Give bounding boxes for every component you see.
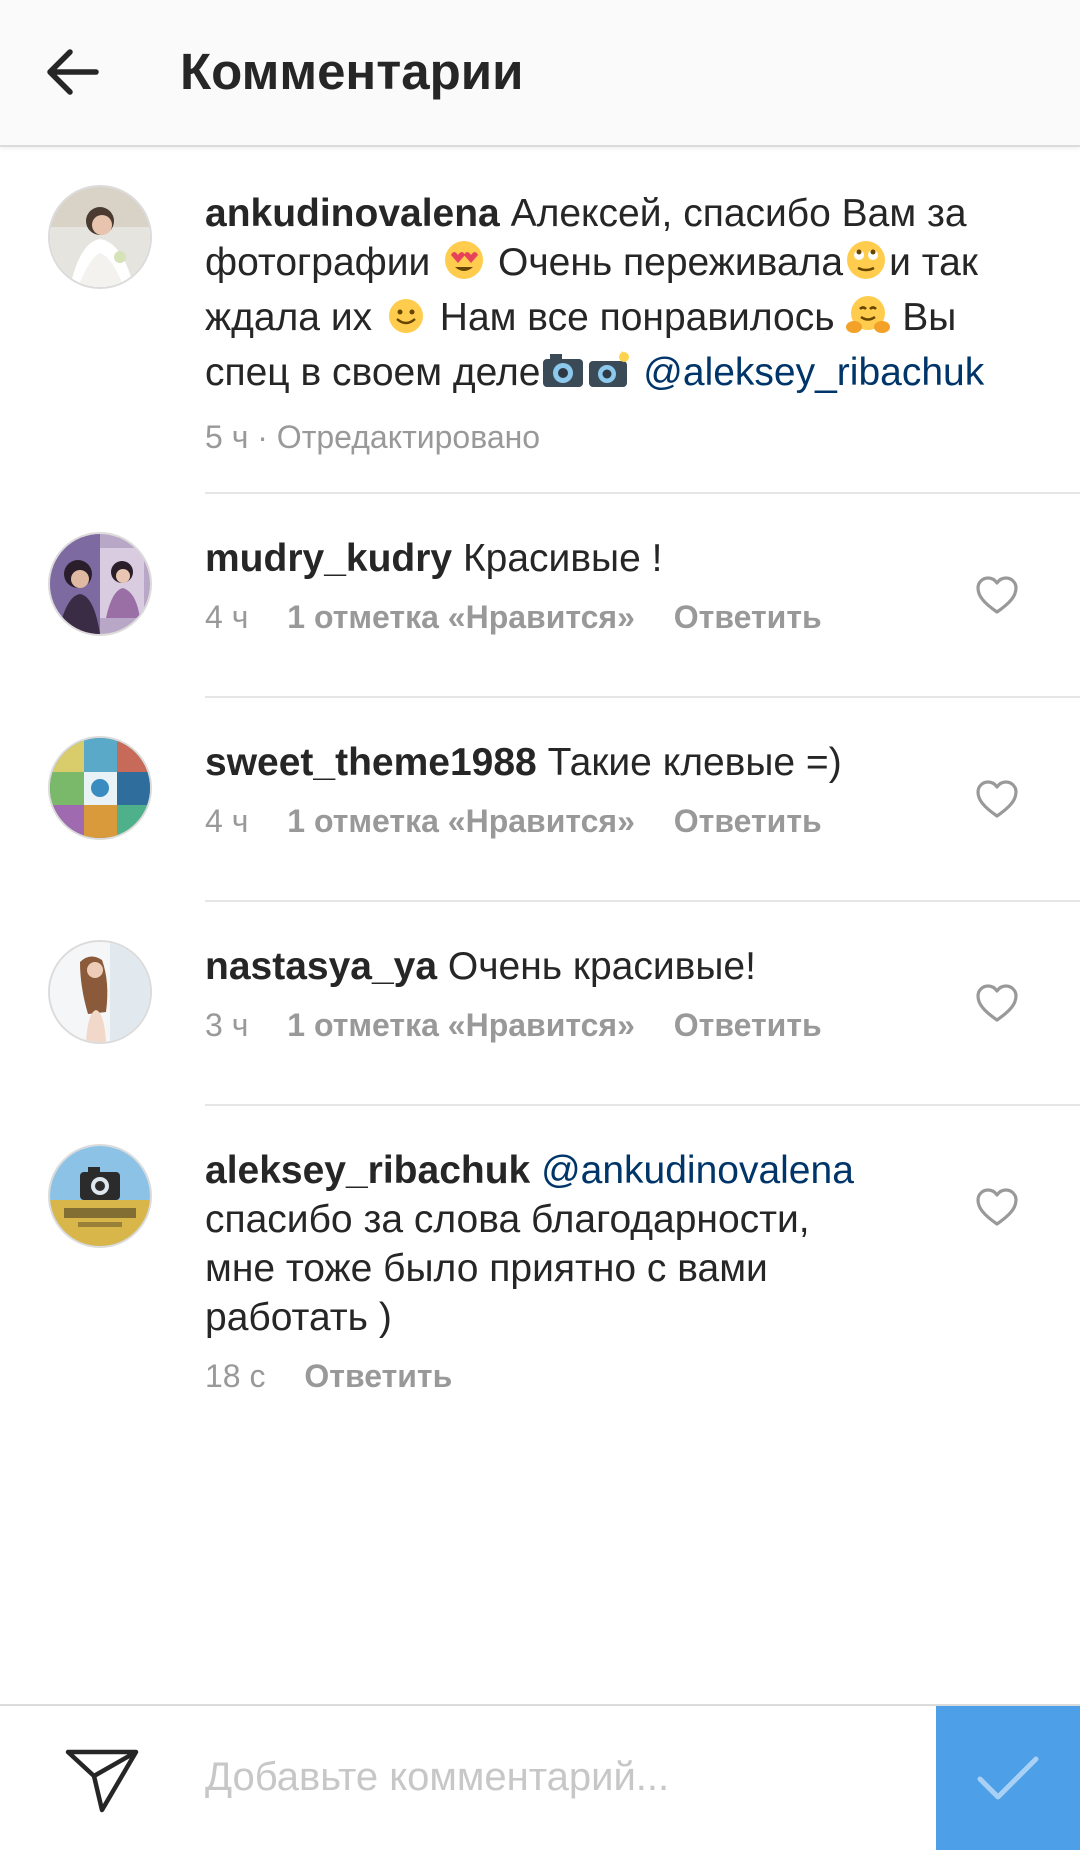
- comment-time: 4 ч: [205, 803, 249, 839]
- comment-text-part: Очень красивые!: [447, 945, 756, 988]
- comment-body: mudry_kudry Красивые ! 4 ч 1 отметка «Нр…: [205, 534, 1080, 637]
- comment-mention-link[interactable]: @ankudinovalena: [541, 1149, 854, 1192]
- comment-text: ankudinovalena Алексей, спасибо Вам за ф…: [205, 189, 1080, 403]
- comment-text: nastasya_ya Очень красивые!: [205, 942, 1080, 991]
- comment-username[interactable]: nastasya_ya: [205, 945, 437, 988]
- comment-text-part: Очень переживала: [498, 241, 844, 284]
- avatar[interactable]: [48, 532, 152, 636]
- comment-username[interactable]: ankudinovalena: [205, 192, 500, 235]
- comment-meta: 4 ч 1 отметка «Нравится» Ответить: [205, 801, 1080, 841]
- edited-label: · Отредактировано: [257, 419, 541, 455]
- comment-item: mudry_kudry Красивые ! 4 ч 1 отметка «Нр…: [0, 494, 1080, 696]
- checkmark-icon: [977, 1756, 1039, 1800]
- comment-text-part: Нам все понравилось: [439, 296, 835, 339]
- comment-likes-link[interactable]: 1 отметка «Нравится»: [287, 1007, 635, 1043]
- comment-body: ankudinovalena Алексей, спасибо Вам за ф…: [205, 189, 1080, 457]
- comment-meta: 18 с Ответить: [205, 1356, 1080, 1396]
- comment-time: 18 с: [205, 1358, 266, 1394]
- post-comment-button[interactable]: [936, 1706, 1080, 1850]
- comment-time: 5 ч: [205, 419, 249, 455]
- comment-text: aleksey_ribachuk @ankudinovalena спасибо…: [205, 1146, 1080, 1342]
- comment-text-part: Красивые !: [462, 537, 663, 580]
- top-bar: Комментарии: [0, 0, 1080, 147]
- comment-input[interactable]: [205, 1742, 905, 1812]
- comment-username[interactable]: sweet_theme1988: [205, 741, 537, 784]
- comment-item: ankudinovalena Алексей, спасибо Вам за ф…: [0, 147, 1080, 492]
- comment-body: aleksey_ribachuk @ankudinovalena спасибо…: [205, 1146, 1080, 1396]
- comment-text-part: спасибо за слова благодарности, мне тоже…: [205, 1198, 810, 1339]
- reply-button[interactable]: Ответить: [304, 1358, 452, 1394]
- comment-username[interactable]: mudry_kudry: [205, 537, 452, 580]
- heart-icon[interactable]: [974, 982, 1020, 1024]
- comment-meta: 3 ч 1 отметка «Нравится» Ответить: [205, 1005, 1080, 1045]
- comment-text: mudry_kudry Красивые !: [205, 534, 1080, 583]
- reply-button[interactable]: Ответить: [674, 599, 822, 635]
- reply-button[interactable]: Ответить: [674, 1007, 822, 1043]
- comment-mention-link[interactable]: @aleksey_ribachuk: [643, 351, 984, 394]
- comment-meta: 4 ч 1 отметка «Нравится» Ответить: [205, 597, 1080, 637]
- comment-body: sweet_theme1988 Такие клевые =) 4 ч 1 от…: [205, 738, 1080, 841]
- hugging-emoji-icon: [845, 294, 891, 348]
- avatar[interactable]: [48, 940, 152, 1044]
- avatar[interactable]: [48, 1144, 152, 1248]
- camera-flash-emoji-icon: [586, 349, 632, 403]
- comment-meta: 5 ч · Отредактировано: [205, 417, 1080, 457]
- camera-emoji-icon: [540, 349, 586, 403]
- heart-icon[interactable]: [974, 1186, 1020, 1228]
- comment-item: nastasya_ya Очень красивые! 3 ч 1 отметк…: [0, 902, 1080, 1104]
- heart-eyes-emoji-icon: [441, 239, 487, 293]
- page-title: Комментарии: [180, 43, 524, 100]
- comment-text: sweet_theme1988 Такие клевые =): [205, 738, 1080, 787]
- comment-time: 4 ч: [205, 599, 249, 635]
- comment-item: sweet_theme1988 Такие клевые =) 4 ч 1 от…: [0, 698, 1080, 900]
- avatar[interactable]: [48, 736, 152, 840]
- rolling-eyes-emoji-icon: [843, 239, 889, 293]
- avatar[interactable]: [48, 185, 152, 289]
- comment-body: nastasya_ya Очень красивые! 3 ч 1 отметк…: [205, 942, 1080, 1045]
- reply-button[interactable]: Ответить: [674, 803, 822, 839]
- comment-likes-link[interactable]: 1 отметка «Нравится»: [287, 803, 635, 839]
- comment-item: aleksey_ribachuk @ankudinovalena спасибо…: [0, 1106, 1080, 1436]
- comment-text-part: Такие клевые =): [547, 741, 842, 784]
- paper-plane-icon[interactable]: [62, 1744, 142, 1816]
- smile-emoji-icon: [383, 294, 429, 348]
- heart-icon[interactable]: [974, 574, 1020, 616]
- back-button[interactable]: [36, 36, 108, 108]
- arrow-left-icon: [47, 49, 99, 95]
- comment-composer: [0, 1704, 1080, 1850]
- heart-icon[interactable]: [974, 778, 1020, 820]
- comment-likes-link[interactable]: 1 отметка «Нравится»: [287, 599, 635, 635]
- comment-username[interactable]: aleksey_ribachuk: [205, 1149, 530, 1192]
- comment-time: 3 ч: [205, 1007, 249, 1043]
